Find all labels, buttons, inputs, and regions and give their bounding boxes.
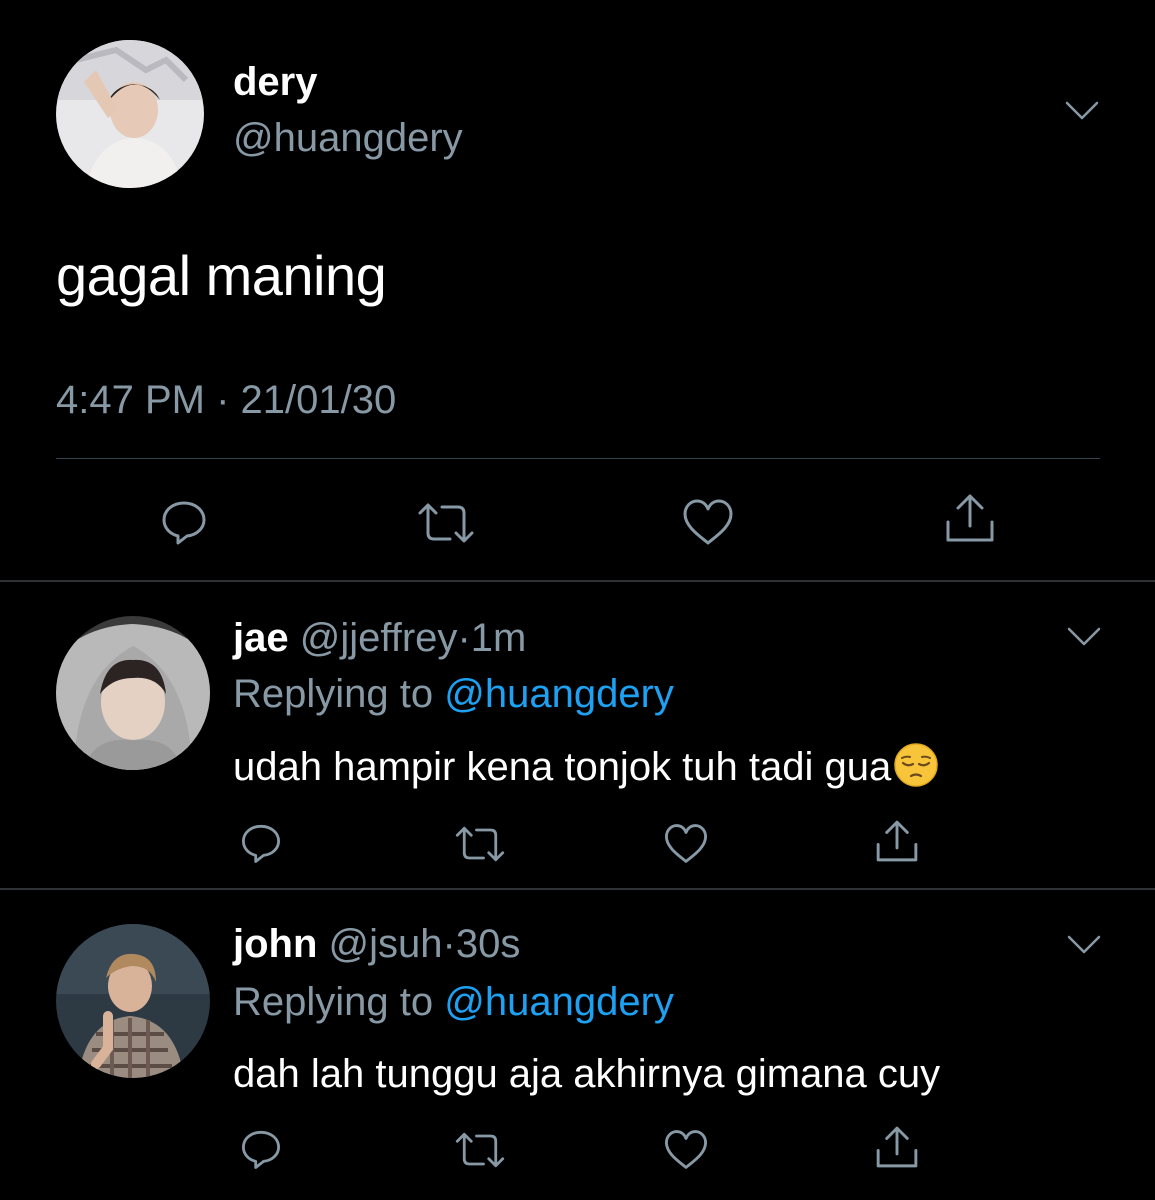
- reply-icon: [241, 824, 281, 863]
- replying-prefix: Replying to: [233, 672, 445, 716]
- retweet-button[interactable]: [452, 1128, 508, 1172]
- author-name[interactable]: dery: [233, 58, 318, 106]
- divider: [56, 458, 1100, 459]
- reply-button[interactable]: [158, 496, 210, 548]
- like-icon: [683, 499, 733, 545]
- retweet-icon: [418, 503, 474, 543]
- author-avatar[interactable]: [56, 40, 204, 188]
- retweet-button[interactable]: [452, 822, 508, 866]
- author-handle[interactable]: @huangdery: [233, 114, 463, 162]
- share-icon: [946, 494, 994, 542]
- reply-age: 1m: [470, 616, 527, 660]
- chevron-down-icon[interactable]: [1064, 100, 1100, 122]
- chevron-down-icon[interactable]: [1066, 626, 1102, 648]
- reply-button[interactable]: [238, 1126, 284, 1172]
- reply-tweet[interactable]: jae @jjeffrey·1m Replying to @huangdery …: [0, 582, 1155, 888]
- meta-separator: ·: [442, 922, 456, 966]
- share-button[interactable]: [942, 490, 998, 546]
- tweet-time: 4:47 PM: [56, 378, 205, 422]
- like-icon: [664, 1129, 708, 1169]
- share-icon: [876, 820, 918, 862]
- like-icon: [664, 823, 708, 863]
- pensive-face-emoji: [893, 742, 939, 799]
- mention-link[interactable]: @huangdery: [444, 672, 674, 716]
- mention-link[interactable]: @huangdery: [444, 980, 674, 1024]
- share-button[interactable]: [872, 816, 922, 866]
- share-icon: [876, 1126, 918, 1168]
- reply-avatar[interactable]: [56, 616, 210, 770]
- like-button[interactable]: [680, 496, 736, 548]
- tweet-date: 21/01/30: [240, 378, 397, 422]
- retweet-icon: [455, 1132, 505, 1168]
- reply-avatar[interactable]: [56, 924, 210, 1078]
- meta-separator: ·: [216, 378, 230, 422]
- meta-separator: ·: [457, 616, 471, 660]
- reply-age: 30s: [455, 922, 521, 966]
- retweet-icon: [455, 826, 505, 862]
- replying-to: Replying to @huangdery: [233, 978, 674, 1026]
- main-tweet: dery @huangdery gagal maning 4:47 PM · 2…: [0, 0, 1155, 582]
- reply-author-handle[interactable]: @jjeffrey: [300, 616, 458, 660]
- tweet-text: gagal maning: [56, 244, 387, 307]
- retweet-button[interactable]: [414, 498, 478, 548]
- reply-header: john @jsuh·30s: [233, 920, 520, 968]
- like-button[interactable]: [662, 1126, 710, 1172]
- tweet-timestamp: 4:47 PM · 21/01/30: [56, 376, 396, 424]
- reply-text: dah lah tunggu aja akhirnya gimana cuy: [233, 1052, 941, 1096]
- like-button[interactable]: [662, 820, 710, 866]
- reply-author-name[interactable]: john: [233, 922, 317, 966]
- reply-text: udah hampir kena tonjok tuh tadi gua: [233, 742, 939, 799]
- share-button[interactable]: [872, 1122, 922, 1172]
- reply-body: udah hampir kena tonjok tuh tadi gua: [233, 745, 892, 789]
- replying-prefix: Replying to: [233, 980, 445, 1024]
- chevron-down-icon[interactable]: [1066, 934, 1102, 956]
- replying-to: Replying to @huangdery: [233, 670, 674, 718]
- reply-icon: [162, 501, 206, 545]
- reply-tweet[interactable]: john @jsuh·30s Replying to @huangdery da…: [0, 890, 1155, 1200]
- reply-author-name[interactable]: jae: [233, 616, 289, 660]
- reply-author-handle[interactable]: @jsuh: [329, 922, 443, 966]
- reply-button[interactable]: [238, 820, 284, 866]
- reply-icon: [241, 1130, 281, 1169]
- reply-header: jae @jjeffrey·1m: [233, 614, 526, 662]
